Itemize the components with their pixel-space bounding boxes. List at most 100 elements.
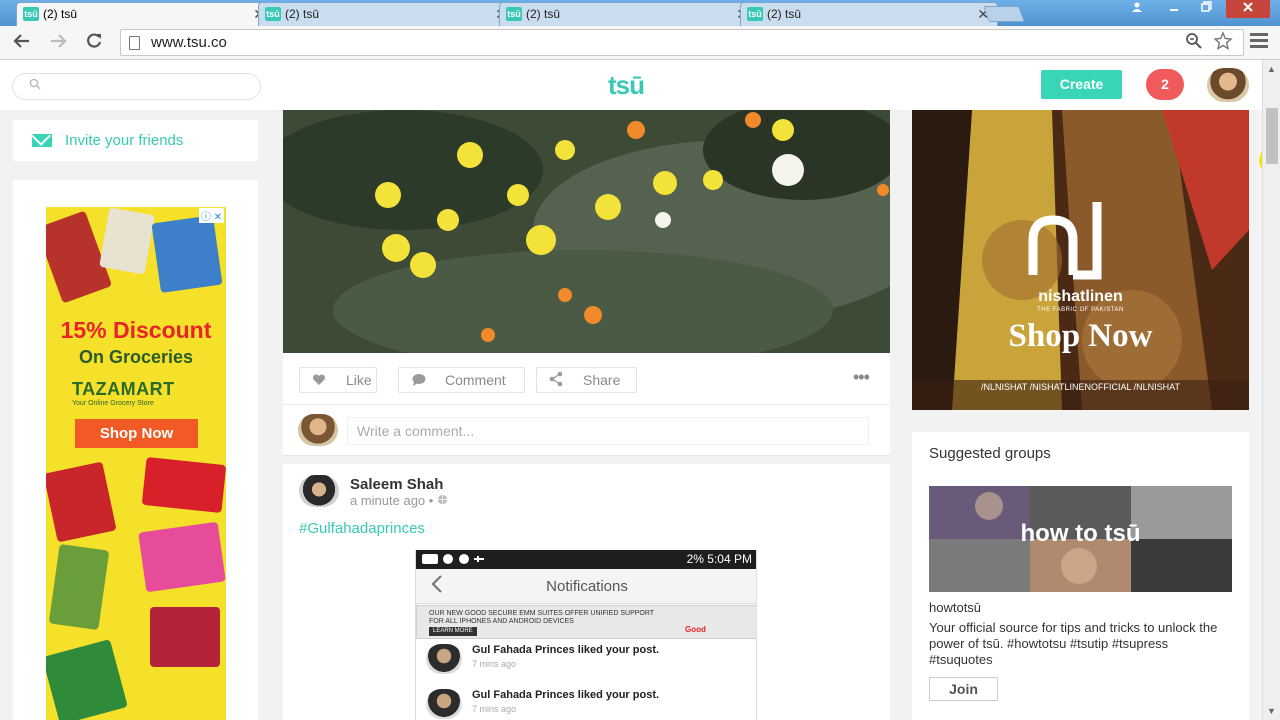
- product-image: [138, 521, 226, 593]
- scroll-down-arrow-icon[interactable]: ▼: [1267, 706, 1276, 716]
- ad-brand-tagline: THE FABRIC OF PAKISTAN: [1037, 307, 1124, 313]
- search-icon: [29, 78, 41, 93]
- comment-input[interactable]: Write a comment...: [347, 417, 869, 445]
- scrollbar-thumb[interactable]: [1266, 108, 1278, 164]
- invite-friends-label: Invite your friends: [65, 132, 184, 149]
- notifications-title: Notifications: [546, 578, 628, 595]
- address-bar[interactable]: www.tsu.co: [120, 29, 1244, 56]
- tab-title: (2) tsū: [526, 7, 561, 21]
- reload-icon[interactable]: [82, 31, 106, 55]
- notifications-header: Notifications: [416, 569, 756, 604]
- notification-message: Gul Fahada Princes liked your post.: [472, 644, 660, 656]
- tsu-favicon-icon: tsū: [265, 7, 281, 21]
- product-image: [46, 461, 117, 543]
- site-header: tsū Create 2: [0, 60, 1262, 110]
- product-image: [48, 543, 110, 631]
- tab-title: (2) tsū: [285, 7, 320, 21]
- ad-tagline: Your Online Grocery Store: [72, 400, 154, 407]
- notification-time: 7 mins ago: [472, 704, 517, 714]
- phone-status-bar: 2% 5:04 PM: [416, 550, 756, 569]
- phone-ad-brand: Good: [685, 625, 706, 634]
- user-avatar[interactable]: [1207, 68, 1249, 102]
- nishat-linen-ad[interactable]: nishatlinen THE FABRIC OF PAKISTAN Shop …: [912, 110, 1249, 410]
- author-name[interactable]: Saleem Shah: [350, 476, 443, 493]
- like-label: Like: [346, 372, 372, 388]
- product-image: [150, 607, 220, 667]
- page-icon: [129, 36, 140, 50]
- group-name[interactable]: howtotsū: [929, 600, 981, 615]
- minimize-icon[interactable]: [1160, 0, 1188, 18]
- notification-item: Gul Fahada Princes liked your post. 7 mi…: [416, 642, 756, 684]
- post-time-text: a minute ago •: [350, 493, 434, 508]
- tsu-favicon-icon: tsū: [506, 7, 522, 21]
- group-image-text: how to tsū: [1020, 520, 1141, 547]
- notification-avatar: [426, 644, 462, 674]
- product-image: [99, 207, 155, 275]
- tab-title: (2) tsū: [43, 7, 78, 21]
- product-image: [46, 639, 128, 720]
- create-button[interactable]: Create: [1041, 70, 1122, 99]
- group-cover-image[interactable]: how to tsū: [929, 486, 1232, 592]
- suggested-groups-heading: Suggested groups: [929, 445, 1051, 462]
- product-image: [141, 456, 226, 514]
- page-scrollbar[interactable]: ▲ ▼: [1262, 60, 1280, 720]
- browser-tab[interactable]: tsū (2) tsū ✕: [258, 2, 516, 26]
- like-button[interactable]: Like: [299, 367, 377, 393]
- shop-now-button[interactable]: Shop Now: [75, 419, 198, 448]
- notification-badge[interactable]: 2: [1146, 69, 1184, 100]
- nishat-logo-icon: [1028, 202, 1102, 280]
- url-text: www.tsu.co: [151, 34, 227, 51]
- phone-ad-button: LEARN MORE: [429, 627, 477, 636]
- browser-tab[interactable]: tsū (2) tsū ✕: [16, 2, 274, 26]
- tsu-favicon-icon: tsū: [747, 7, 763, 21]
- more-options-icon[interactable]: •••: [853, 367, 870, 388]
- forward-arrow-icon[interactable]: [46, 31, 70, 55]
- tab-title: (2) tsū: [767, 7, 802, 21]
- browser-toolbar: www.tsu.co: [0, 26, 1280, 60]
- restore-icon[interactable]: [1192, 0, 1220, 18]
- status-time: 5:04 PM: [707, 552, 752, 566]
- post-hashtag[interactable]: #Gulfahadaprinces: [299, 520, 425, 537]
- commenter-avatar: [298, 414, 338, 446]
- back-arrow-icon[interactable]: [10, 31, 34, 55]
- scroll-up-arrow-icon[interactable]: ▲: [1267, 64, 1276, 74]
- browser-tab[interactable]: tsū (2) tsū ✕: [499, 2, 757, 26]
- tsu-favicon-icon: tsū: [23, 7, 39, 21]
- zoom-icon[interactable]: [1185, 32, 1203, 55]
- browser-menu-icon[interactable]: [1250, 33, 1270, 51]
- globe-icon: [437, 493, 448, 508]
- notification-time: 7 mins ago: [472, 659, 517, 669]
- post-screenshot-image[interactable]: 2% 5:04 PM Notifications OUR NEW GOOD SE…: [415, 550, 757, 720]
- post-photo-flowers[interactable]: [283, 110, 890, 353]
- product-image: [151, 215, 223, 293]
- comment-composer: Write a comment...: [283, 405, 890, 456]
- tazamart-ad[interactable]: ⓘ ✕ 15% Discount On Groceries TAZAMART Y…: [46, 207, 226, 720]
- feed-post: Saleem Shah a minute ago • #Gulfahadapri…: [283, 464, 890, 720]
- bookmark-star-icon[interactable]: [1213, 31, 1233, 57]
- comment-label: Comment: [445, 372, 506, 388]
- post-actions-bar: Like Comment Share •••: [283, 353, 890, 405]
- ad-social-handles: /NLNISHAT /NISHATLINENOFFICIAL /NLNISHAT: [980, 382, 1181, 392]
- heart-icon: [312, 368, 326, 400]
- browser-tab[interactable]: tsū (2) tsū ✕: [740, 2, 998, 26]
- share-label: Share: [583, 372, 621, 388]
- author-avatar[interactable]: [299, 475, 339, 507]
- status-right-info: 2% 5:04 PM: [687, 552, 752, 566]
- user-profile-icon[interactable]: [1124, 0, 1150, 18]
- share-button[interactable]: Share: [536, 367, 637, 393]
- group-description: Your official source for tips and tricks…: [929, 620, 1218, 667]
- ad-choices-icon[interactable]: ⓘ ✕: [198, 208, 224, 223]
- share-icon: [549, 368, 563, 400]
- notification-avatar: [426, 689, 462, 719]
- search-input[interactable]: [12, 73, 261, 100]
- post-timestamp: a minute ago •: [350, 493, 448, 508]
- comment-button[interactable]: Comment: [398, 367, 525, 393]
- close-window-icon[interactable]: [1226, 0, 1270, 18]
- join-group-button[interactable]: Join: [929, 677, 998, 701]
- new-tab-button[interactable]: [983, 6, 1025, 22]
- invite-friends-link[interactable]: Invite your friends: [13, 120, 258, 161]
- status-app-icons: [422, 552, 502, 569]
- tsu-logo[interactable]: tsū: [608, 70, 645, 101]
- status-battery: 2%: [686, 552, 704, 566]
- notification-item: Gul Fahada Princes liked your post. 7 mi…: [416, 687, 756, 720]
